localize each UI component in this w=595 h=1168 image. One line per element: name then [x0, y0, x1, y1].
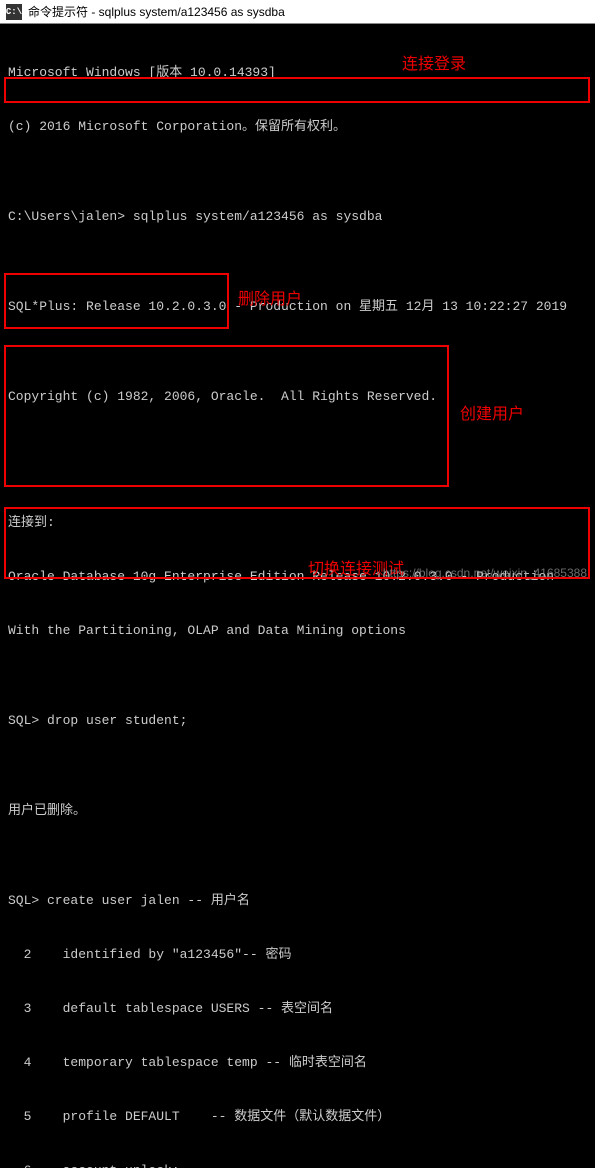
terminal-area[interactable]: Microsoft Windows [版本 10.0.14393] (c) 20…: [0, 24, 595, 1168]
terminal-line: C:\Users\jalen> sqlplus system/a123456 a…: [8, 208, 587, 226]
window-titlebar[interactable]: C:\ 命令提示符 - sqlplus system/a123456 as sy…: [0, 0, 595, 24]
terminal-line: SQL> drop user student;: [8, 712, 587, 730]
terminal-line: 6 account unlock;: [8, 1162, 587, 1168]
terminal-line: 4 temporary tablespace temp -- 临时表空间名: [8, 1054, 587, 1072]
terminal-line: With the Partitioning, OLAP and Data Min…: [8, 622, 587, 640]
terminal-line: 5 profile DEFAULT -- 数据文件（默认数据文件）: [8, 1108, 587, 1126]
terminal-line: SQL*Plus: Release 10.2.0.3.0 - Productio…: [8, 298, 587, 316]
window-title: 命令提示符 - sqlplus system/a123456 as sysdba: [28, 3, 285, 20]
terminal-line: SQL> create user jalen -- 用户名: [8, 892, 587, 910]
terminal-line: 连接到:: [8, 514, 587, 532]
terminal-line: (c) 2016 Microsoft Corporation。保留所有权利。: [8, 118, 587, 136]
terminal-line: 用户已删除。: [8, 802, 587, 820]
terminal-line: Copyright (c) 1982, 2006, Oracle. All Ri…: [8, 388, 587, 406]
terminal-line: 3 default tablespace USERS -- 表空间名: [8, 1000, 587, 1018]
cmd-icon: C:\: [6, 4, 22, 20]
terminal-line: Microsoft Windows [版本 10.0.14393]: [8, 64, 587, 82]
watermark: https://blog.csdn.net/weixin_41685388: [383, 566, 587, 580]
terminal-line: 2 identified by "a123456"-- 密码: [8, 946, 587, 964]
